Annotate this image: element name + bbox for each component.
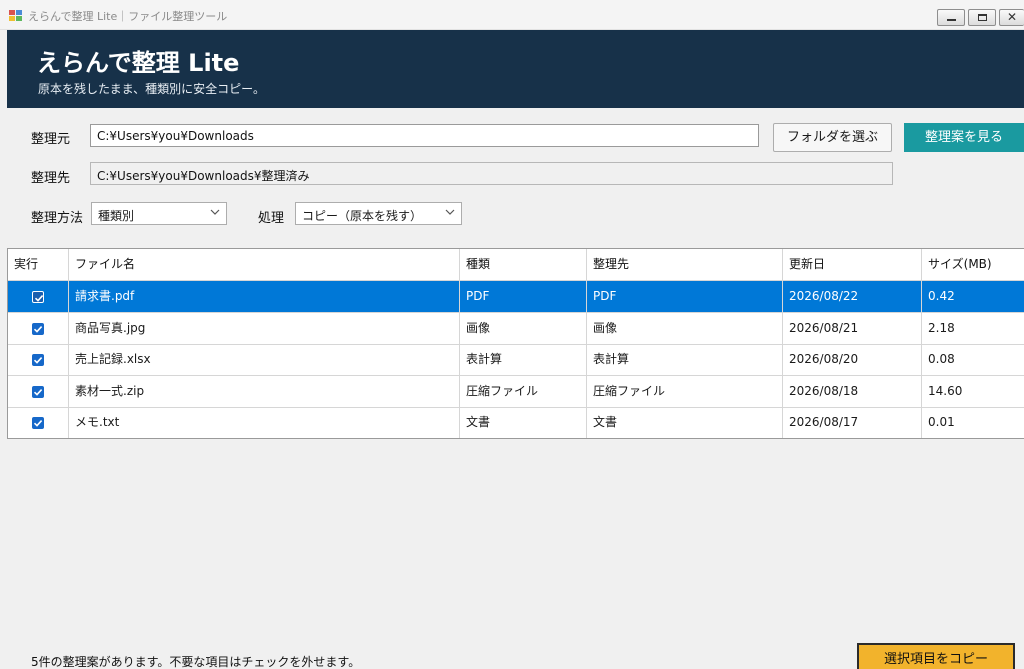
size-cell: 0.08 [928, 352, 955, 367]
copy-selected-button[interactable]: 選択項目をコピー [857, 643, 1015, 669]
row-checkbox[interactable] [32, 385, 44, 398]
run-cell [8, 312, 69, 344]
filename-cell: 売上記録.xlsx [69, 344, 460, 376]
date-cell: 2026/08/21 [783, 312, 922, 344]
action-select[interactable]: コピー（原本を残す） [295, 202, 462, 225]
header-banner: えらんで整理 Lite 原本を残したまま、種類別に安全コピー。 [7, 30, 1024, 108]
minimize-icon [947, 19, 956, 21]
column-header-filename[interactable]: ファイル名 [69, 249, 460, 280]
dest-cell: 表計算 [587, 344, 783, 376]
close-icon: ✕ [1007, 10, 1018, 24]
window-titlebar: えらんで整理 Lite｜ファイル整理ツール ✕ [0, 0, 1024, 30]
filename-cell: 商品写真.jpg [69, 312, 460, 344]
app-icon [9, 10, 22, 21]
minimize-button[interactable] [937, 9, 965, 26]
column-header-dest[interactable]: 整理先 [587, 249, 783, 280]
method-select-value: 種類別 [98, 209, 135, 223]
status-message: 5件の整理案があります。不要な項目はチェックを外せます。 [31, 655, 361, 669]
table-row[interactable]: 請求書.pdf PDF PDF 2026/08/22 0.42 [8, 281, 1024, 313]
dest-cell: PDF [587, 281, 783, 312]
run-cell [8, 407, 69, 438]
column-header-type[interactable]: 種類 [460, 249, 587, 280]
type-cell: 表計算 [460, 344, 587, 376]
close-button[interactable]: ✕ [999, 9, 1024, 26]
dest-cell: 文書 [587, 407, 783, 438]
filename-cell: 請求書.pdf [69, 281, 460, 312]
type-cell: PDF [460, 281, 587, 312]
date-cell: 2026/08/17 [783, 407, 922, 438]
table-row[interactable]: 商品写真.jpg 画像 画像 2026/08/21 2.18 [8, 312, 1024, 345]
filename-cell: メモ.txt [69, 407, 460, 438]
run-cell [8, 281, 69, 312]
date-cell: 2026/08/20 [783, 344, 922, 376]
app-subtitle: 原本を残したまま、種類別に安全コピー。 [38, 82, 266, 96]
size-cell: 2.18 [928, 320, 955, 335]
source-path-input[interactable]: C:¥Users¥you¥Downloads [90, 124, 759, 147]
size-cell: 0.42 [928, 289, 955, 303]
action-label: 処理 [258, 211, 285, 226]
choose-folder-button[interactable]: フォルダを選ぶ [773, 123, 892, 152]
column-header-run[interactable]: 実行 [8, 249, 69, 280]
date-cell: 2026/08/22 [783, 281, 922, 312]
maximize-icon [978, 14, 987, 21]
window-title: えらんで整理 Lite｜ファイル整理ツール [28, 10, 228, 23]
row-checkbox[interactable] [32, 354, 44, 367]
size-cell: 14.60 [928, 383, 963, 398]
date-cell: 2026/08/18 [783, 375, 922, 407]
file-table: 実行 ファイル名 種類 整理先 更新日 サイズ(MB) 請求書.pdf PDF PD… [7, 248, 1024, 439]
size-cell: 0.01 [928, 415, 955, 430]
column-header-date[interactable]: 更新日 [783, 249, 922, 280]
method-label: 整理方法 [31, 211, 84, 226]
type-cell: 画像 [460, 312, 587, 344]
column-header-size[interactable]: サイズ(MB) [922, 249, 1024, 280]
method-select[interactable]: 種類別 [91, 202, 227, 225]
maximize-button[interactable] [968, 9, 996, 26]
dest-cell: 圧縮ファイル [587, 375, 783, 407]
table-row[interactable]: 素材一式.zip 圧縮ファイル 圧縮ファイル 2026/08/18 14.60 [8, 375, 1024, 408]
type-cell: 圧縮ファイル [460, 375, 587, 407]
run-cell [8, 375, 69, 407]
dest-label: 整理先 [31, 171, 71, 186]
row-checkbox[interactable] [32, 291, 44, 303]
dest-cell: 画像 [587, 312, 783, 344]
action-select-value: コピー（原本を残す） [302, 209, 423, 223]
chevron-down-icon [445, 209, 455, 215]
dest-path-field: C:¥Users¥you¥Downloads¥整理済み [90, 162, 893, 185]
row-checkbox[interactable] [32, 417, 44, 430]
run-cell [8, 344, 69, 376]
table-row[interactable]: メモ.txt 文書 文書 2026/08/17 0.01 [8, 407, 1024, 438]
table-header: 実行 ファイル名 種類 整理先 更新日 サイズ(MB) [8, 249, 1024, 281]
row-checkbox[interactable] [32, 322, 44, 335]
chevron-down-icon [210, 209, 220, 215]
source-label: 整理元 [31, 132, 71, 147]
filename-cell: 素材一式.zip [69, 375, 460, 407]
table-row[interactable]: 売上記録.xlsx 表計算 表計算 2026/08/20 0.08 [8, 344, 1024, 377]
preview-plan-button[interactable]: 整理案を見る [904, 123, 1024, 152]
app-title: えらんで整理 Lite [37, 49, 240, 77]
type-cell: 文書 [460, 407, 587, 438]
